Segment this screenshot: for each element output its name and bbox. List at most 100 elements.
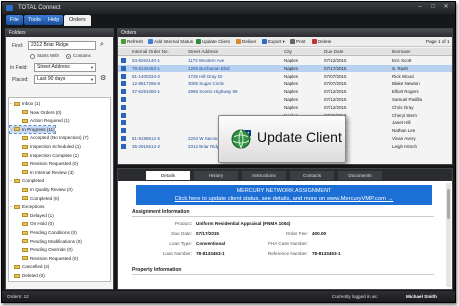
folder-item[interactable]: In Quality Review (0)	[18, 186, 73, 193]
maximize-icon[interactable]: □	[427, 3, 439, 12]
table-row[interactable]: 81-1400334-2 1725 Hill Gray Dr Naples 07/07…	[118, 73, 452, 80]
table-row[interactable]: 53-8262140-1 1173 Western Ave Naples 07/12/…	[118, 57, 452, 64]
folder-item[interactable]: − Completed	[10, 177, 44, 184]
folder-label: In Internal Review (3)	[30, 169, 74, 175]
section-divider	[132, 274, 434, 275]
cell-city: Naples	[284, 65, 299, 71]
minimize-icon[interactable]: –	[414, 3, 426, 12]
column-header[interactable]: Internal Order No.	[132, 48, 169, 56]
deliver-button[interactable]: Deliver	[236, 38, 256, 46]
scroll-thumb[interactable]	[447, 189, 450, 219]
refresh-icon	[121, 39, 126, 44]
banner-link[interactable]: Click here to update client status, see …	[136, 196, 432, 202]
folder-item[interactable]: Action Required (1)	[18, 117, 70, 124]
cell-address: 1265 Buchanan Blvd	[188, 65, 230, 71]
column-header[interactable]: Street Address	[188, 48, 218, 56]
orders-count: Orders: 12	[7, 294, 29, 299]
folder-item[interactable]: Revision Requested (0)	[18, 160, 78, 167]
in-field-select[interactable]: Street Address ▼	[34, 63, 96, 72]
table-row[interactable]: Naples 07/12/2015 Chris Gray	[118, 104, 452, 111]
cell-address: 1725 Hill Gray Dr	[188, 73, 223, 79]
window-title: TOTAL Connect	[18, 5, 61, 11]
refresh-button[interactable]: Refresh	[121, 38, 143, 46]
folder-item[interactable]: − In Progress (11)	[9, 124, 56, 134]
orders-toolbar: Refresh Add Internal Status Update Clien…	[118, 37, 452, 47]
menu-tools[interactable]: Tools	[24, 15, 45, 25]
add-status-button[interactable]: Add Internal Status	[148, 38, 193, 46]
cell-city: Naples	[284, 89, 299, 95]
folders-panel: Folders Find: 2312 Briar Ridge ⌕ Starts …	[5, 28, 114, 290]
cell-borrower: Rick Wood	[392, 73, 414, 79]
tab-contacts[interactable]: Contacts	[290, 171, 334, 180]
app-window: TOTAL Connect – □ ✕ File Tools Help Orde…	[1, 1, 456, 303]
contains-label: Contains	[73, 53, 91, 58]
folder-item[interactable]: Accepted (No Inspection) (7)	[18, 134, 88, 141]
folder-label: Completed (0)	[30, 195, 60, 201]
tab-history[interactable]: History	[194, 171, 238, 180]
folder-item[interactable]: Pending Override (0)	[18, 246, 73, 253]
starts-with-radio[interactable]	[30, 54, 35, 59]
tab-orders[interactable]: Orders	[64, 15, 91, 26]
find-input[interactable]: 2312 Briar Ridge	[28, 41, 96, 50]
folder-item[interactable]: In Internal Review (3)	[18, 169, 74, 176]
folder-item[interactable]: Inspection Scheduled (1)	[18, 143, 81, 150]
table-row[interactable]: 37-6291060-1 2966 Scenic Highway 98 Naples…	[118, 88, 452, 95]
order-fee-value: 400.00	[312, 231, 327, 236]
cell-city: Naples	[284, 97, 299, 102]
cell-due: 07/12/2015	[324, 97, 347, 102]
title-bar: TOTAL Connect – □ ✕	[2, 2, 455, 14]
folder-item[interactable]: Deleted (0)	[10, 272, 45, 279]
export-button[interactable]: Export ▾	[262, 38, 285, 46]
update-client-button[interactable]: Update Client	[196, 38, 230, 46]
mercury-banner[interactable]: MERCURY NETWORK ASSIGNMENT Click here to…	[136, 185, 432, 205]
print-button[interactable]: Print	[290, 38, 305, 46]
loan-type-label: Loan Type:	[169, 241, 192, 246]
folder-icon	[22, 135, 28, 140]
cell-order: 35-2916512-2	[132, 143, 161, 149]
column-header[interactable]: Due Date	[324, 48, 343, 56]
menu-help[interactable]: Help	[44, 15, 64, 25]
folder-item[interactable]: On Hold (0)	[18, 220, 54, 227]
status-bar: Orders: 12 Currently logged in as: Micha…	[2, 291, 455, 302]
folder-item[interactable]: − Exceptions	[10, 203, 44, 210]
table-row[interactable]: 12-8817266-8 3006 Sugar Circle Naples 07/07…	[118, 80, 452, 87]
folder-item[interactable]: Pending Conditions (0)	[18, 229, 77, 236]
order-icon	[121, 65, 126, 71]
folder-item[interactable]: Revision Requested (0)	[18, 255, 78, 262]
folder-item[interactable]: Inspection Complete (1)	[18, 152, 79, 159]
order-icon	[121, 97, 126, 102]
tab-details[interactable]: Details	[146, 171, 190, 180]
cell-borrower: Blake Newton	[392, 81, 420, 87]
table-row[interactable]: Naples 07/12/2015 Samuel Padilla	[118, 96, 452, 103]
tab-documents[interactable]: Documents	[338, 171, 382, 180]
folder-label: Cancelled (2)	[22, 264, 50, 270]
table-row[interactable]: 78-8133453-1 1265 Buchanan Blvd Naples 07/1…	[118, 64, 452, 72]
folder-item[interactable]: Completed (0)	[18, 195, 59, 202]
close-icon[interactable]: ✕	[440, 3, 452, 12]
menu-file[interactable]: File	[6, 15, 23, 25]
folder-item[interactable]: − Inbox (1)	[10, 100, 40, 107]
folder-label: Pending Override (0)	[30, 247, 73, 253]
contains-radio[interactable]	[66, 54, 71, 59]
gear-icon[interactable]: ⚙	[100, 74, 106, 82]
folder-item[interactable]: Cancelled (2)	[10, 263, 49, 270]
folder-icon	[22, 247, 28, 252]
search-icon[interactable]: ⌕	[100, 41, 104, 49]
export-icon	[262, 39, 267, 44]
cell-address: 2966 Scenic Highway 98	[188, 89, 238, 95]
placed-select[interactable]: Last 90 days ▼	[34, 75, 96, 84]
order-icon	[121, 81, 126, 87]
tab-instructions[interactable]: Instructions	[242, 171, 286, 180]
column-header[interactable]: City	[284, 48, 292, 56]
delete-button[interactable]: Delete	[312, 38, 331, 46]
folder-item[interactable]: New Orders (0)	[18, 109, 61, 116]
detail-scrollbar[interactable]	[446, 183, 451, 287]
folder-item[interactable]: Pending Modifications (0)	[18, 238, 82, 245]
folder-icon	[22, 118, 28, 123]
folder-label: Inbox (1)	[22, 101, 41, 106]
folder-item[interactable]: Delayed (1)	[18, 212, 54, 219]
update-client-callout[interactable]: Update Client	[218, 115, 346, 163]
cell-order: 51-9198512-5	[132, 136, 161, 141]
folder-icon	[22, 161, 28, 166]
column-header[interactable]: Borrower	[392, 48, 411, 56]
